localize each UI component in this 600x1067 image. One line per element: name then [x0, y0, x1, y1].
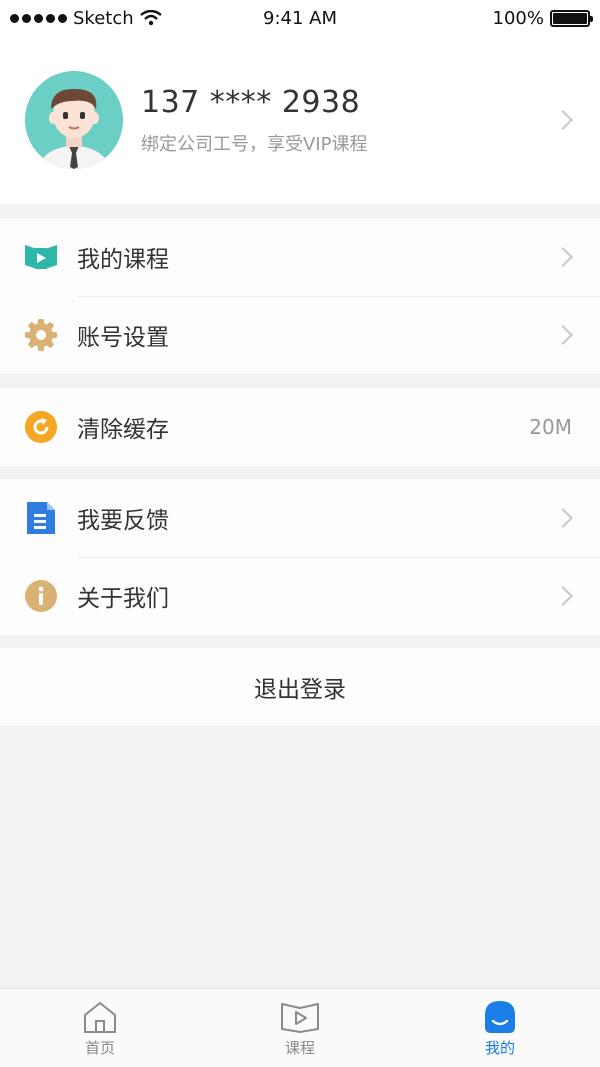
my-courses-label: 我的课程	[77, 247, 169, 273]
tab-home[interactable]: 首页	[0, 989, 200, 1067]
status-bar: Sketch 9:41 AM 100%	[0, 0, 600, 36]
profile-card[interactable]: 137 **** 2938 绑定公司工号，享受VIP课程	[0, 36, 600, 204]
cache-size: 20M	[529, 415, 572, 439]
chevron-right-icon	[553, 247, 573, 267]
tab-home-label: 首页	[84, 1039, 115, 1057]
account-settings-label: 账号设置	[77, 325, 169, 351]
video-icon	[281, 1003, 319, 1033]
menu-item-feedback[interactable]: 我要反馈	[0, 479, 600, 557]
avatar-illustration	[25, 71, 123, 169]
bind-hint: 绑定公司工号，享受VIP课程	[141, 133, 368, 155]
status-left: Sketch	[10, 8, 162, 29]
clear-cache-label: 清除缓存	[77, 417, 169, 443]
menu-group-courses: 我的课程 账号设置	[0, 218, 600, 374]
refresh-icon	[25, 411, 57, 443]
chevron-right-icon	[553, 586, 573, 606]
about-label: 关于我们	[77, 586, 169, 612]
status-right: 100%	[492, 7, 593, 29]
menu-item-clear-cache[interactable]: 清除缓存 20M	[0, 388, 600, 466]
carrier-label: Sketch	[73, 7, 134, 29]
feedback-label: 我要反馈	[77, 508, 169, 534]
info-icon	[25, 580, 57, 612]
tab-profile-label: 我的	[484, 1039, 515, 1057]
feedback-document-icon	[25, 502, 57, 534]
chevron-right-icon	[553, 508, 573, 528]
gear-icon	[25, 319, 57, 351]
battery-percent: 100%	[492, 7, 544, 29]
profile-text: 137 **** 2938 绑定公司工号，享受VIP课程	[141, 85, 367, 156]
battery-icon	[550, 9, 593, 27]
chevron-right-icon	[553, 325, 573, 345]
home-icon	[84, 1002, 116, 1033]
chevron-right-icon	[553, 110, 573, 130]
tab-profile[interactable]: 我的	[400, 989, 600, 1067]
tab-courses-label: 课程	[284, 1039, 315, 1057]
profile-icon	[485, 1001, 515, 1033]
logout-button[interactable]: 退出登录	[0, 648, 600, 726]
menu-item-account-settings[interactable]: 账号设置	[0, 296, 600, 374]
menu-group-support: 我要反馈 关于我们	[0, 479, 600, 635]
signal-icon	[10, 13, 67, 23]
logout-label: 退出登录	[254, 677, 346, 703]
tab-bar: 首页 课程 我的	[0, 988, 600, 1067]
menu-group-cache: 清除缓存 20M	[0, 388, 600, 466]
course-icon	[25, 241, 57, 273]
wifi-icon	[139, 10, 162, 26]
menu-item-my-courses[interactable]: 我的课程	[0, 218, 600, 296]
menu-item-about[interactable]: 关于我们	[0, 557, 600, 635]
phone-number: 137 **** 2938	[141, 84, 361, 120]
tab-courses[interactable]: 课程	[200, 989, 400, 1067]
avatar	[25, 71, 123, 169]
